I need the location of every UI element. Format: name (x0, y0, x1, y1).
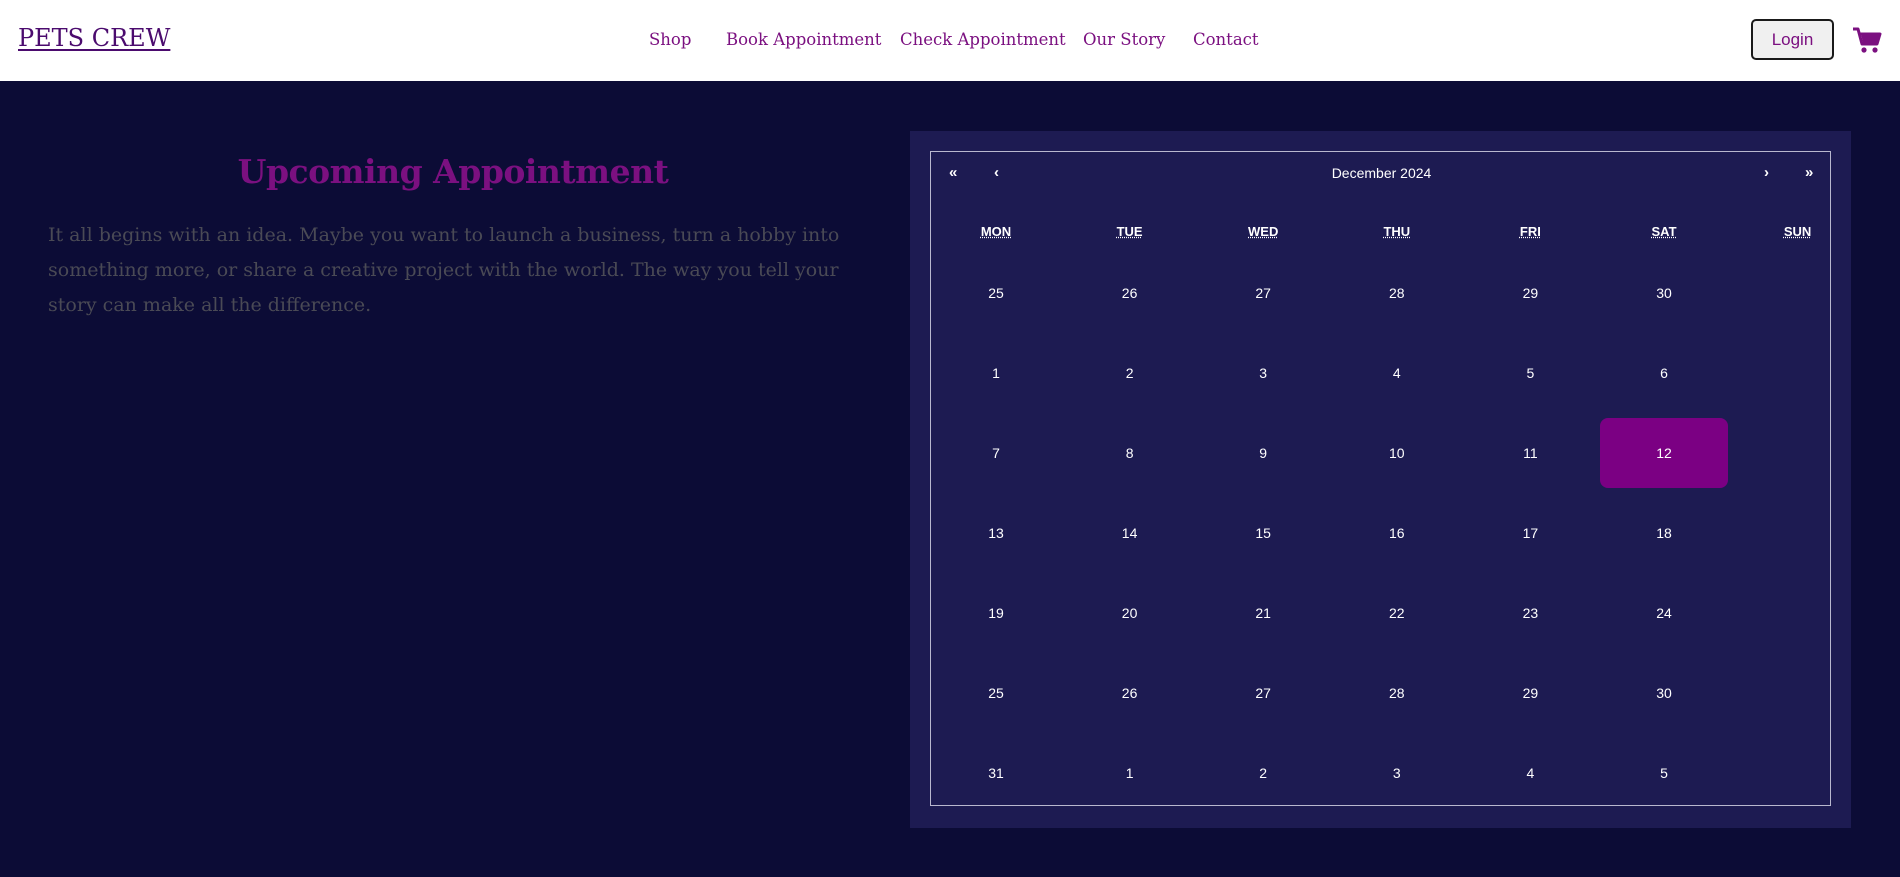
calendar-day[interactable]: 16 (1333, 498, 1461, 568)
calendar-day[interactable]: 17 (1466, 498, 1594, 568)
weekday-sat: SAT (1651, 224, 1677, 239)
calendar-day[interactable]: 9 (1199, 418, 1327, 488)
calendar-day[interactable]: 23 (1466, 578, 1594, 648)
calendar-day[interactable]: 4 (1333, 338, 1461, 408)
calendar-day[interactable]: 24 (1600, 578, 1728, 648)
calendar-day[interactable]: 20 (1066, 578, 1194, 648)
calendar-month-label[interactable]: December 2024 (931, 165, 1832, 181)
calendar-day[interactable]: 3 (1333, 738, 1461, 808)
calendar-day[interactable]: 21 (1199, 578, 1327, 648)
calendar-day[interactable]: 3 (1199, 338, 1327, 408)
top-header: PETS CREW Shop Book Appointment Check Ap… (0, 0, 1900, 81)
calendar-day[interactable]: 7 (932, 418, 1060, 488)
cart-icon[interactable] (1852, 26, 1882, 54)
calendar-day[interactable]: 30 (1600, 658, 1728, 728)
calendar-day[interactable]: 11 (1466, 418, 1594, 488)
calendar-day[interactable]: 19 (932, 578, 1060, 648)
weekday-mon: MON (980, 224, 1012, 239)
calendar-day[interactable]: 1 (1066, 738, 1194, 808)
calendar-day[interactable]: 5 (1466, 338, 1594, 408)
appointment-description: It all begins with an idea. Maybe you wa… (48, 224, 840, 316)
upcoming-appointment-title: Upcoming Appointment (237, 152, 669, 191)
calendar-day[interactable]: 5 (1600, 738, 1728, 808)
calendar-day-selected[interactable]: 12 (1600, 418, 1728, 488)
next-year-button[interactable]: » (1805, 164, 1813, 181)
nav-contact[interactable]: Contact (1193, 30, 1259, 49)
calendar-day[interactable]: 2 (1199, 738, 1327, 808)
calendar-day[interactable]: 28 (1333, 258, 1461, 328)
nav-our-story[interactable]: Our Story (1083, 30, 1165, 49)
calendar-panel: « ‹ December 2024 › » MON TUE WED THU FRI SAT… (910, 131, 1851, 828)
calendar-day[interactable]: 13 (932, 498, 1060, 568)
calendar-day[interactable]: 28 (1333, 658, 1461, 728)
calendar-day[interactable]: 31 (932, 738, 1060, 808)
calendar-day[interactable]: 15 (1199, 498, 1327, 568)
weekday-fri: FRI (1519, 224, 1541, 239)
calendar-day[interactable]: 4 (1466, 738, 1594, 808)
login-button[interactable]: Login (1751, 19, 1834, 60)
main-nav: Shop Book Appointment Check Appointment … (0, 30, 1900, 54)
nav-shop[interactable]: Shop (649, 30, 691, 49)
calendar-day[interactable]: 26 (1066, 258, 1194, 328)
calendar-day[interactable]: 26 (1066, 658, 1194, 728)
weekday-tue: TUE (1116, 224, 1143, 239)
calendar-day[interactable]: 29 (1466, 258, 1594, 328)
calendar-day[interactable]: 30 (1600, 258, 1728, 328)
calendar-day[interactable]: 27 (1199, 658, 1327, 728)
calendar-day[interactable]: 10 (1333, 418, 1461, 488)
nav-check-appointment[interactable]: Check Appointment (900, 30, 1066, 49)
calendar: « ‹ December 2024 › » MON TUE WED THU FRI SAT… (930, 151, 1831, 806)
weekday-thu: THU (1383, 224, 1411, 239)
next-month-button[interactable]: › (1764, 164, 1769, 181)
calendar-day[interactable]: 18 (1600, 498, 1728, 568)
calendar-day[interactable]: 2 (1066, 338, 1194, 408)
weekday-wed: WED (1248, 224, 1279, 239)
calendar-day[interactable]: 29 (1466, 658, 1594, 728)
calendar-day[interactable]: 25 (932, 658, 1060, 728)
calendar-day[interactable]: 14 (1066, 498, 1194, 568)
calendar-day[interactable]: 22 (1333, 578, 1461, 648)
calendar-day[interactable]: 25 (932, 258, 1060, 328)
weekday-sun: SUN (1783, 224, 1812, 239)
calendar-day[interactable]: 1 (932, 338, 1060, 408)
nav-book-appointment[interactable]: Book Appointment (726, 30, 881, 49)
calendar-day[interactable]: 6 (1600, 338, 1728, 408)
calendar-day[interactable]: 27 (1199, 258, 1327, 328)
calendar-day[interactable]: 8 (1066, 418, 1194, 488)
